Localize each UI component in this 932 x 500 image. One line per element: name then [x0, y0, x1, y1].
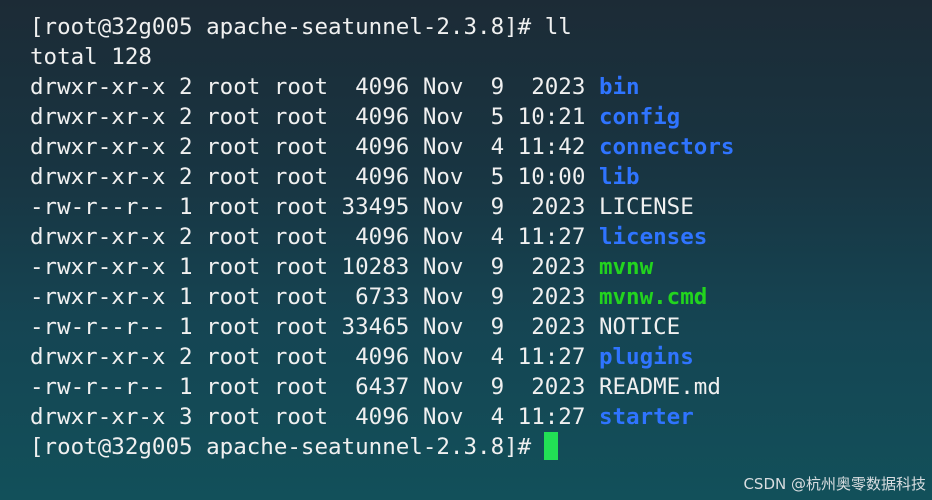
listing-row: -rw-r--r-- 1 root root 33465 Nov 9 2023 … [30, 312, 920, 342]
listing-row: -rw-r--r-- 1 root root 33495 Nov 9 2023 … [30, 192, 920, 222]
entry-name-dir: starter [598, 404, 694, 430]
entry-metadata: drwxr-xr-x 2 root root 4096 Nov 4 11:42 [30, 134, 586, 160]
csdn-watermark: CSDN @杭州奥零数据科技 [743, 475, 926, 493]
terminal-window[interactable]: [root@32g005 apache-seatunnel-2.3.8]# ll… [0, 0, 932, 500]
entry-metadata: drwxr-xr-x 3 root root 4096 Nov 4 11:27 [30, 404, 586, 430]
entry-name-exe: mvnw.cmd [598, 284, 708, 310]
entry-name-file: NOTICE [598, 314, 681, 340]
listing-row: drwxr-xr-x 2 root root 4096 Nov 5 10:21 … [30, 102, 920, 132]
listing-row: -rwxr-xr-x 1 root root 6733 Nov 9 2023 m… [30, 282, 920, 312]
terminal-output: [root@32g005 apache-seatunnel-2.3.8]# ll… [30, 12, 920, 462]
shell-prompt: [root@32g005 apache-seatunnel-2.3.8]# [30, 14, 532, 40]
total-line: total 128 [30, 44, 152, 70]
entry-name-exe: mvnw [598, 254, 654, 280]
active-prompt-line[interactable]: [root@32g005 apache-seatunnel-2.3.8]# [30, 432, 920, 462]
entry-metadata: -rwxr-xr-x 1 root root 6733 Nov 9 2023 [30, 284, 586, 310]
listing-row: drwxr-xr-x 2 root root 4096 Nov 4 11:42 … [30, 132, 920, 162]
listing-row: drwxr-xr-x 2 root root 4096 Nov 4 11:27 … [30, 342, 920, 372]
entry-name-file: README.md [598, 374, 721, 400]
entry-name-dir: plugins [598, 344, 694, 370]
entry-name-dir: config [598, 104, 681, 130]
command-line: [root@32g005 apache-seatunnel-2.3.8]# ll [30, 12, 920, 42]
entry-name-dir: connectors [598, 134, 735, 160]
listing-row: -rw-r--r-- 1 root root 6437 Nov 9 2023 R… [30, 372, 920, 402]
entry-metadata: -rw-r--r-- 1 root root 6437 Nov 9 2023 [30, 374, 586, 400]
entry-name-dir: licenses [598, 224, 708, 250]
entry-metadata: drwxr-xr-x 2 root root 4096 Nov 4 11:27 [30, 344, 586, 370]
entry-metadata: drwxr-xr-x 2 root root 4096 Nov 4 11:27 [30, 224, 586, 250]
listing-row: drwxr-xr-x 2 root root 4096 Nov 4 11:27 … [30, 222, 920, 252]
entry-name-dir: bin [598, 74, 640, 100]
shell-prompt-current: [root@32g005 apache-seatunnel-2.3.8]# [30, 434, 532, 460]
listing-row: drwxr-xr-x 2 root root 4096 Nov 5 10:00 … [30, 162, 920, 192]
entry-metadata: drwxr-xr-x 2 root root 4096 Nov 9 2023 [30, 74, 586, 100]
typed-command: ll [544, 14, 572, 40]
entry-name-dir: lib [598, 164, 640, 190]
entry-metadata: -rwxr-xr-x 1 root root 10283 Nov 9 2023 [30, 254, 586, 280]
listing-row: drwxr-xr-x 2 root root 4096 Nov 9 2023 b… [30, 72, 920, 102]
listing-row: drwxr-xr-x 3 root root 4096 Nov 4 11:27 … [30, 402, 920, 432]
entry-metadata: drwxr-xr-x 2 root root 4096 Nov 5 10:00 [30, 164, 586, 190]
entry-metadata: -rw-r--r-- 1 root root 33495 Nov 9 2023 [30, 194, 586, 220]
listing-row: -rwxr-xr-x 1 root root 10283 Nov 9 2023 … [30, 252, 920, 282]
entry-name-file: LICENSE [598, 194, 694, 220]
terminal-cursor [544, 432, 559, 460]
entry-metadata: drwxr-xr-x 2 root root 4096 Nov 5 10:21 [30, 104, 586, 130]
directory-listing: drwxr-xr-x 2 root root 4096 Nov 9 2023 b… [30, 72, 920, 432]
entry-metadata: -rw-r--r-- 1 root root 33465 Nov 9 2023 [30, 314, 586, 340]
